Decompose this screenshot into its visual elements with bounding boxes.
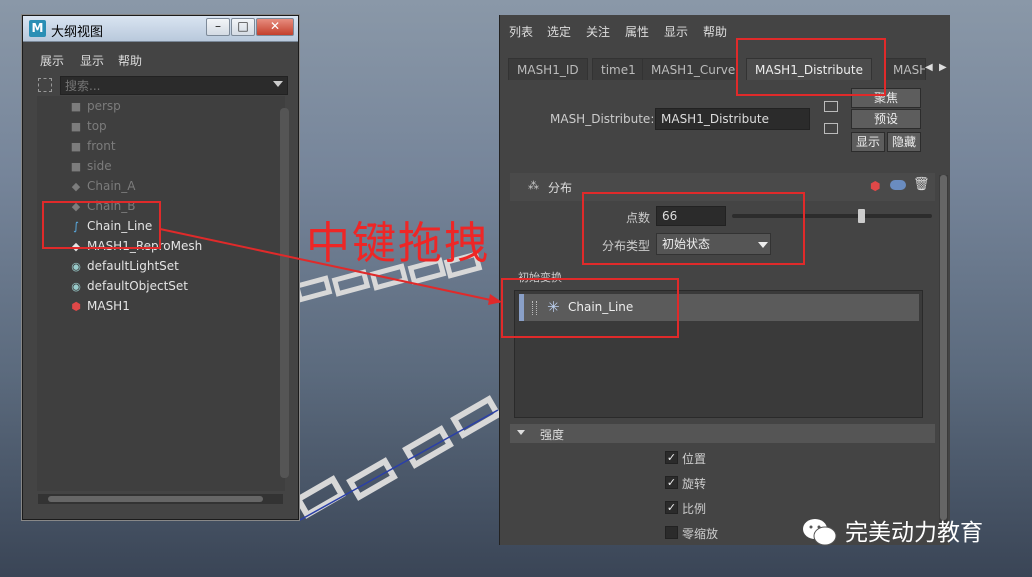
watermark-text: 完美动力教育 [845,520,983,546]
wechat-icon [803,519,837,546]
annotation-text: 中键拖拽 [306,218,490,269]
annotation-arrow [159,228,502,305]
